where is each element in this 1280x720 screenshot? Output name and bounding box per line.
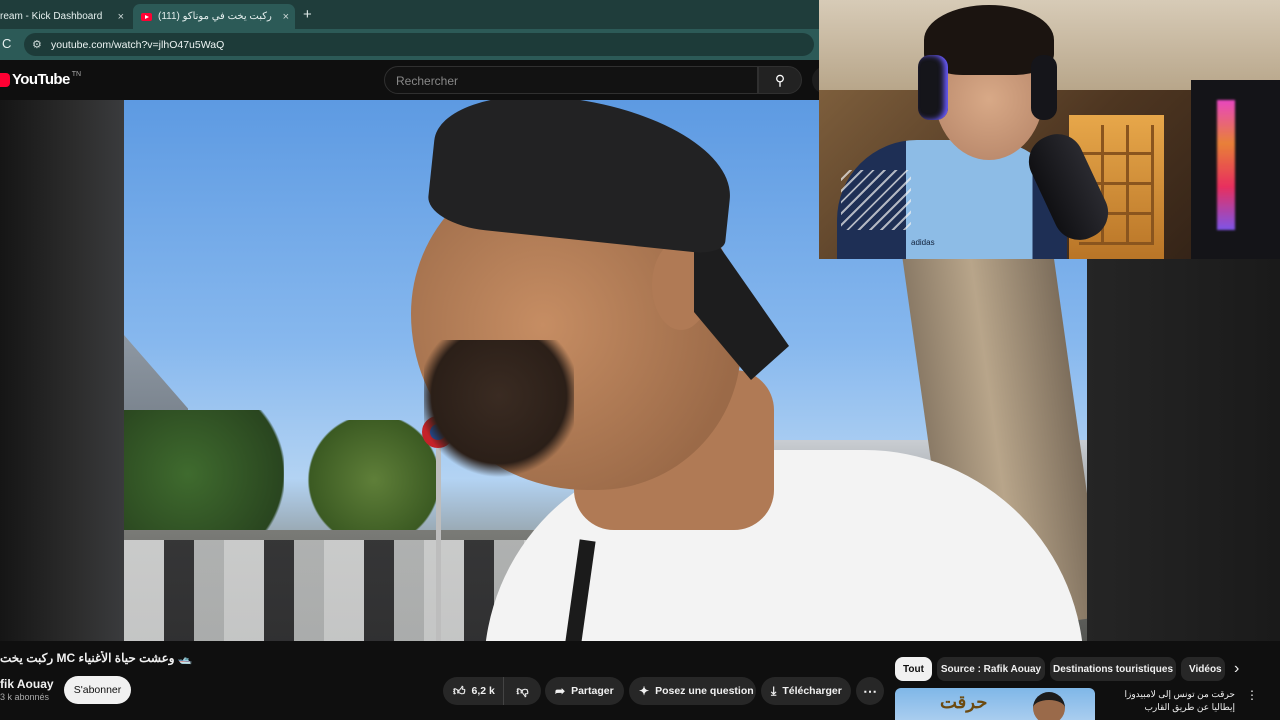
subscribe-button[interactable]: S'abonner (64, 676, 131, 704)
thumbs-down-icon: 👎︎ (516, 683, 529, 698)
chip-destinations[interactable]: Destinations touristiques (1050, 657, 1176, 681)
youtube-play-icon (0, 72, 10, 87)
youtube-favicon-icon (141, 12, 152, 21)
ambient-right (1087, 259, 1280, 641)
like-count: 6,2 k (471, 685, 495, 697)
ask-label: Posez une question (655, 685, 754, 697)
chip-source[interactable]: Source : Rafik Aouay (937, 657, 1045, 681)
like-button[interactable]: 👍︎ 6,2 k (443, 677, 504, 705)
address-bar: C ⚙ youtube.com/watch?v=jlhO47u5WaQ (0, 29, 819, 60)
channel-name[interactable]: fik Aouay (0, 677, 54, 691)
browser-tab-strip: ream - Kick Dashboard × (111) ركبت يخت ف… (0, 0, 819, 29)
tab-label: (111) ركبت يخت في موناكو (158, 11, 272, 22)
ambient-left (0, 100, 124, 641)
url-text: youtube.com/watch?v=jlhO47u5WaQ (51, 39, 225, 51)
more-horizontal-icon: ⋯ (863, 682, 877, 699)
share-label: Partager (571, 685, 614, 697)
headset-icon (918, 55, 948, 120)
sparkle-icon: ✦ (639, 684, 650, 698)
tab-kick-dashboard[interactable]: ream - Kick Dashboard × (0, 4, 130, 29)
dislike-button[interactable]: 👎︎ (504, 677, 541, 705)
search-input[interactable]: Rechercher (384, 66, 758, 94)
url-field[interactable]: ⚙ youtube.com/watch?v=jlhO47u5WaQ (24, 33, 814, 56)
tab-youtube-video[interactable]: (111) ركبت يخت في موناكو × (133, 4, 295, 29)
thumbnail-face (1033, 692, 1065, 720)
shirt-logo: adidas (911, 238, 935, 247)
new-tab-icon[interactable]: + (303, 6, 312, 23)
search-placeholder: Rechercher (396, 74, 459, 88)
chip-videos[interactable]: Vidéos (1181, 657, 1225, 681)
webcam-jacket-stripes (841, 170, 911, 230)
tab-label: ream - Kick Dashboard (0, 11, 103, 22)
chevron-right-icon[interactable]: › (1234, 660, 1239, 678)
share-arrow-icon: ➦ (555, 684, 566, 698)
logo-text: YouTube (12, 71, 70, 88)
download-button[interactable]: ⤓ Télécharger (761, 677, 851, 705)
video-title: ركبت يخت MC وعشت حياة الأغنياء 🛥️ (0, 651, 193, 665)
close-icon[interactable]: × (283, 11, 289, 23)
search-button[interactable]: ⚲ (758, 66, 802, 94)
more-vertical-icon[interactable]: ⋮ (1246, 688, 1258, 702)
more-actions-button[interactable]: ⋯ (856, 677, 884, 705)
download-label: Télécharger (782, 685, 842, 697)
chip-all[interactable]: Tout (895, 657, 932, 681)
webcam-overlay: adidas (819, 0, 1280, 259)
ask-question-button[interactable]: ✦ Posez une question (629, 677, 756, 705)
webcam-pc-case (1191, 80, 1280, 259)
recommendation-title[interactable]: حرقت من تونس إلى لامبيدوزا إيطاليا عن طر… (1100, 688, 1235, 714)
recommendation-thumbnail[interactable]: حرقت (895, 688, 1095, 720)
video-person-beard (424, 340, 574, 480)
webcam-rgb-light (1217, 100, 1235, 230)
share-button[interactable]: ➦ Partager (545, 677, 624, 705)
search-icon: ⚲ (774, 71, 786, 88)
headset-icon (1031, 55, 1057, 120)
youtube-logo[interactable]: YouTube TN (0, 71, 81, 88)
subscriber-count: 3 k abonnés (0, 692, 50, 702)
country-code: TN (71, 71, 82, 78)
reload-icon[interactable]: C (2, 36, 11, 51)
site-settings-icon[interactable]: ⚙ (32, 38, 42, 51)
thumbs-up-icon: 👍︎ (453, 683, 466, 698)
close-icon[interactable]: × (118, 11, 124, 23)
like-dislike-group: 👍︎ 6,2 k 👎︎ (443, 677, 541, 705)
youtube-header: YouTube TN Rechercher ⚲ (0, 60, 832, 100)
thumbnail-text: حرقت (940, 692, 988, 712)
download-icon: ⤓ (771, 683, 777, 698)
